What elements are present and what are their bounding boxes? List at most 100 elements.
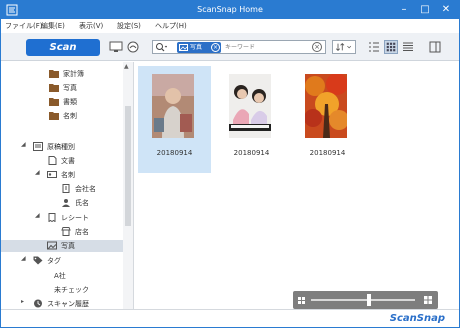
thumbnail-size-slider[interactable]: [311, 294, 415, 306]
thumbnail-label: 20180914: [233, 149, 270, 157]
tree-item-label: 未チェック: [54, 286, 89, 294]
sidebar-tree: 家計簿 写真 書類 名刺 ◢ 原稿種別 文書 ◢ 名刺 会社名 氏名 ◢ レシー…: [1, 62, 134, 309]
tree-item-tag-a[interactable]: A社: [54, 270, 114, 282]
tree-item-label: タグ: [47, 257, 61, 265]
content-area: 20180914 20180914 20180914: [135, 62, 459, 309]
thumbnail-card[interactable]: 20180914: [291, 66, 364, 173]
tree-item-label: 原稿種別: [47, 143, 75, 151]
tree-item-company-name[interactable]: 会社名: [61, 183, 121, 195]
tree-item-label: 氏名: [75, 199, 89, 207]
toolbar: Scan 写真 × ×: [1, 33, 459, 61]
tree-item-receipt[interactable]: ◢ レシート: [35, 212, 115, 224]
tree-item-store-name[interactable]: 店名: [61, 226, 121, 238]
thumbnail-card[interactable]: 20180914: [138, 66, 211, 173]
thumbnail-card[interactable]: 20180914: [215, 66, 288, 173]
sidebar-scrollbar[interactable]: ▲: [123, 62, 133, 309]
tag-icon: [33, 256, 43, 265]
small-grid-icon[interactable]: [298, 297, 305, 304]
photo-thumbnail[interactable]: [305, 74, 347, 138]
person-icon: [62, 199, 70, 207]
search-box: 写真 × ×: [152, 40, 326, 54]
slider-knob[interactable]: [367, 294, 371, 306]
building-icon: [62, 184, 70, 193]
tree-item-doc-types[interactable]: ◢ 原稿種別: [21, 141, 121, 153]
tree-item-label: 写真: [63, 84, 77, 92]
photo-thumbnail[interactable]: [152, 74, 194, 138]
collapse-arrow-icon[interactable]: ◢: [21, 255, 26, 262]
scroll-up-icon[interactable]: ▲: [124, 63, 129, 70]
app-window: ScanSnap Home – □ ✕ ファイル(F) 編集(E) 表示(V) …: [0, 0, 460, 328]
photo-icon: [179, 44, 188, 51]
tree-item-label: 家計簿: [63, 70, 84, 78]
search-icon[interactable]: [155, 42, 167, 53]
tree-item-label: 名刺: [63, 112, 77, 120]
tree-item-folder-cards[interactable]: 名刺: [49, 110, 119, 122]
tree-item-label: スキャン履歴: [47, 300, 89, 308]
cloud-view-icon[interactable]: [125, 40, 141, 54]
title-bar: ScanSnap Home – □ ✕: [1, 1, 459, 19]
tree-item-label: 文書: [61, 157, 75, 165]
details-view-icon[interactable]: [401, 40, 415, 54]
collapse-arrow-icon[interactable]: ◢: [35, 212, 40, 219]
photo-thumbnail[interactable]: [229, 74, 271, 138]
collapse-arrow-icon[interactable]: ◢: [21, 141, 26, 148]
tree-item-person-name[interactable]: 氏名: [61, 197, 121, 209]
scroll-thumb[interactable]: [125, 106, 131, 226]
tree-item-label: A社: [54, 272, 66, 280]
search-input[interactable]: [225, 42, 305, 53]
menu-file[interactable]: ファイル(F): [5, 21, 43, 31]
tree-item-tag-unchecked[interactable]: 未チェック: [54, 284, 114, 296]
tree-item-photo[interactable]: 写真: [1, 240, 123, 252]
expand-arrow-icon[interactable]: ▸: [21, 298, 24, 305]
remove-tag-icon[interactable]: ×: [211, 43, 220, 52]
close-button[interactable]: ✕: [435, 1, 457, 19]
filter-tag-label: 写真: [190, 44, 203, 51]
document-types-icon: [33, 142, 43, 151]
list-view-icon[interactable]: [367, 40, 381, 54]
maximize-button[interactable]: □: [414, 1, 436, 19]
scan-button[interactable]: Scan: [26, 39, 100, 56]
thumbnail-label: 20180914: [156, 149, 193, 157]
footer-bar: ScanSnap: [1, 309, 459, 327]
history-icon: [34, 299, 42, 308]
photo-filter-tag[interactable]: 写真 ×: [177, 42, 221, 53]
menu-bar: ファイル(F) 編集(E) 表示(V) 設定(S) ヘルプ(H): [1, 19, 459, 33]
panel-toggle-icon[interactable]: [428, 40, 442, 54]
tree-item-folder-documents[interactable]: 書類: [49, 96, 119, 108]
thumbnail-label: 20180914: [309, 149, 346, 157]
tree-item-tags[interactable]: ◢ タグ: [21, 255, 121, 267]
large-grid-icon[interactable]: [424, 296, 432, 304]
receipt-icon: [48, 213, 56, 222]
minimize-button[interactable]: –: [393, 1, 415, 19]
tree-item-document[interactable]: 文書: [47, 155, 117, 167]
tree-item-business-card[interactable]: ◢ 名刺: [35, 169, 115, 181]
grid-view-icon[interactable]: [384, 40, 398, 54]
thumbnail-size-panel: [293, 291, 438, 309]
photo-icon: [47, 241, 57, 250]
sort-icon[interactable]: [332, 40, 356, 54]
folder-icon: [49, 70, 59, 78]
menu-view[interactable]: 表示(V): [79, 21, 103, 31]
folder-icon: [49, 98, 59, 106]
folder-icon: [49, 84, 59, 92]
tree-item-label: 会社名: [75, 185, 96, 193]
tree-item-folder-photo[interactable]: 写真: [49, 82, 119, 94]
business-card-icon: [47, 171, 57, 178]
tree-item-label: 書類: [63, 98, 77, 106]
collapse-arrow-icon[interactable]: ◢: [35, 169, 40, 176]
menu-help[interactable]: ヘルプ(H): [155, 21, 187, 31]
folder-icon: [49, 112, 59, 120]
tree-item-label: 名刺: [61, 171, 75, 179]
tree-item-folder-household[interactable]: 家計簿: [49, 68, 119, 80]
monitor-view-icon[interactable]: [108, 40, 124, 54]
clear-search-icon[interactable]: ×: [312, 42, 322, 52]
menu-settings[interactable]: 設定(S): [117, 21, 141, 31]
document-icon: [48, 156, 57, 165]
store-icon: [61, 227, 71, 236]
scansnap-logo: ScanSnap: [389, 313, 445, 324]
tree-item-label: レシート: [61, 214, 89, 222]
tree-item-label: 写真: [61, 242, 75, 250]
window-title: ScanSnap Home: [197, 5, 263, 14]
menu-edit[interactable]: 編集(E): [41, 21, 65, 31]
tree-item-label: 店名: [75, 228, 89, 236]
